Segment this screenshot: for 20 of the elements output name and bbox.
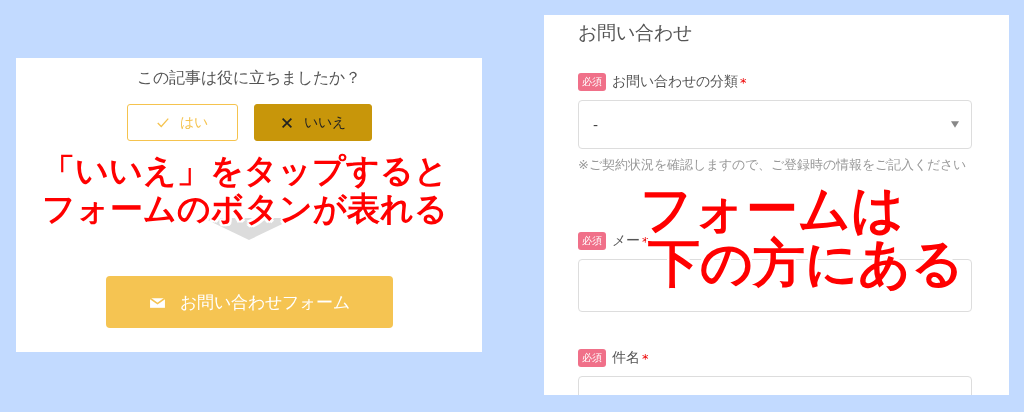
- required-badge: 必須: [578, 349, 606, 367]
- field-label: 件名: [612, 349, 640, 367]
- required-mark: *: [740, 74, 747, 90]
- required-badge: 必須: [578, 73, 606, 91]
- field-label: お問い合わせの分類: [612, 73, 738, 91]
- annotation-text: フォームは: [640, 182, 904, 236]
- dropdown-icon: [951, 121, 959, 128]
- close-icon: [279, 115, 294, 130]
- answer-button[interactable]: いいえ: [253, 104, 372, 141]
- annotation-text: フォームのボタンが表れる: [42, 190, 448, 228]
- select-field[interactable]: -: [578, 100, 972, 149]
- annotation-text: 下の方にある: [648, 236, 964, 290]
- check-icon: [156, 115, 170, 130]
- field-label: メー: [612, 232, 640, 250]
- required-badge: 必須: [578, 232, 606, 250]
- required-mark: *: [642, 350, 649, 366]
- hint-text: ※ご契約状況を確認しますので、ご登録時の情報をご記入ください: [578, 156, 967, 174]
- annotation-text: 「いいえ」をタップすると: [42, 152, 448, 190]
- question-text: この記事は役に立ちましたか？: [137, 68, 361, 89]
- form-title: お問い合わせ: [578, 20, 693, 45]
